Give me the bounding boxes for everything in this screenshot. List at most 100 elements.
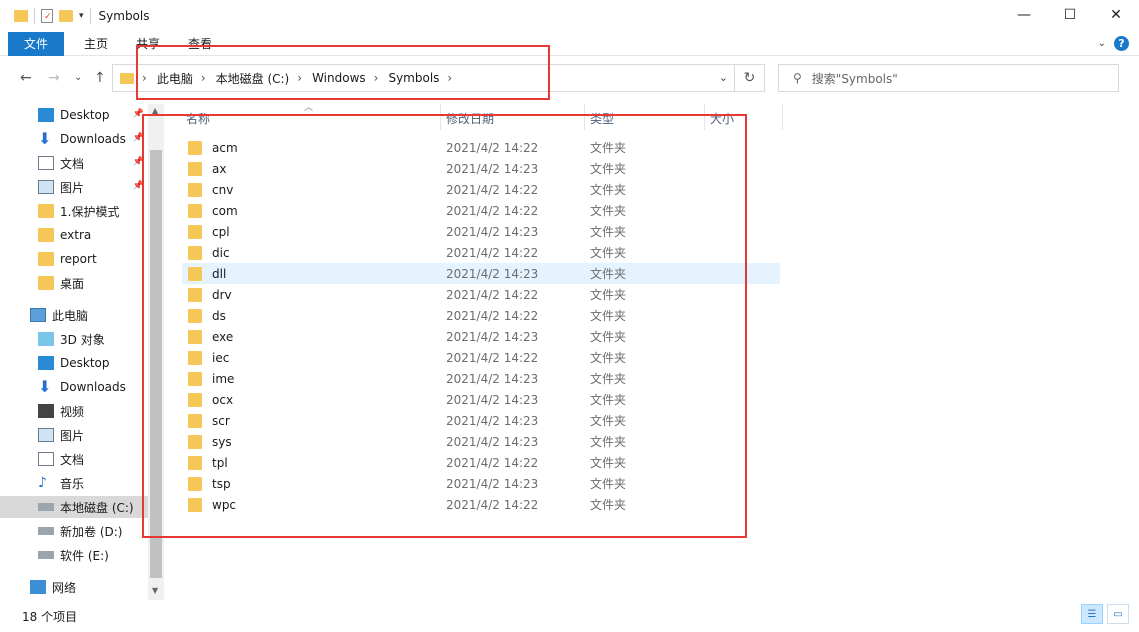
chevron-right-icon[interactable]: › (374, 71, 379, 85)
sidebar-item[interactable]: Desktop (0, 352, 148, 374)
file-row[interactable]: tpl 2021/4/2 14:22 文件夹 (182, 452, 780, 473)
breadcrumb-symbols[interactable]: Symbols (388, 71, 439, 85)
divider[interactable] (782, 104, 783, 130)
sidebar-item[interactable]: 文档 📌 (0, 152, 148, 174)
scroll-up-icon[interactable]: ▲ (152, 106, 158, 115)
file-row[interactable]: tsp 2021/4/2 14:23 文件夹 (182, 473, 780, 494)
folder-icon (188, 434, 202, 449)
column-header-size[interactable]: 大小 (710, 110, 734, 127)
file-row[interactable]: sys 2021/4/2 14:23 文件夹 (182, 431, 780, 452)
sidebar-item-label: 图片 (60, 428, 85, 443)
divider[interactable] (584, 104, 585, 130)
view-switcher: ☰ ▭ (1081, 604, 1129, 624)
sidebar-item[interactable]: ⬇ Downloads (0, 376, 148, 398)
tab-file[interactable]: 文件 (8, 31, 64, 56)
file-row[interactable]: scr 2021/4/2 14:23 文件夹 (182, 410, 780, 431)
file-row[interactable]: drv 2021/4/2 14:22 文件夹 (182, 284, 780, 305)
sidebar-item[interactable]: 此电脑 (0, 304, 148, 326)
refresh-button[interactable]: ↻ (734, 65, 764, 91)
address-bar[interactable]: › 此电脑 › 本地磁盘 (C:) › Windows › Symbols › … (112, 64, 765, 92)
sidebar-item[interactable]: Desktop 📌 (0, 104, 148, 126)
sidebar-item-label: 桌面 (60, 276, 85, 291)
file-row[interactable]: ocx 2021/4/2 14:23 文件夹 (182, 389, 780, 410)
scroll-down-icon[interactable]: ▼ (152, 586, 158, 595)
file-type: 文件夹 (590, 225, 627, 239)
file-row[interactable]: ax 2021/4/2 14:23 文件夹 (182, 158, 780, 179)
file-row[interactable]: exe 2021/4/2 14:23 文件夹 (182, 326, 780, 347)
file-row[interactable]: dic 2021/4/2 14:22 文件夹 (182, 242, 780, 263)
folder-icon (188, 182, 202, 197)
file-row[interactable]: ds 2021/4/2 14:22 文件夹 (182, 305, 780, 326)
folder-icon (188, 476, 202, 491)
maximize-button[interactable]: ☐ (1047, 0, 1093, 30)
file-row[interactable]: wpc 2021/4/2 14:22 文件夹 (182, 494, 780, 515)
scrollbar-thumb[interactable] (150, 150, 162, 578)
breadcrumb-windows[interactable]: Windows (312, 71, 366, 85)
file-name: cpl (212, 224, 230, 239)
file-row[interactable]: iec 2021/4/2 14:22 文件夹 (182, 347, 780, 368)
large-icons-view-icon[interactable]: ▭ (1107, 604, 1129, 624)
address-dropdown-icon[interactable]: ⌄ (719, 71, 728, 84)
back-button[interactable]: ← (20, 70, 32, 86)
column-header-date[interactable]: 修改日期 (446, 110, 494, 127)
sidebar-item[interactable]: ♪ 音乐 (0, 472, 148, 494)
divider[interactable] (704, 104, 705, 130)
breadcrumb-this-pc[interactable]: 此电脑 (157, 70, 193, 87)
file-row[interactable]: ime 2021/4/2 14:23 文件夹 (182, 368, 780, 389)
sidebar-item[interactable]: extra (0, 224, 148, 246)
sidebar-item[interactable]: 文档 (0, 448, 148, 470)
file-name: drv (212, 287, 232, 302)
file-row[interactable]: com 2021/4/2 14:22 文件夹 (182, 200, 780, 221)
column-header-type[interactable]: 类型 (590, 110, 614, 127)
close-button[interactable]: ✕ (1093, 0, 1139, 30)
file-type: 文件夹 (590, 204, 627, 218)
tab-share[interactable]: 共享 (122, 32, 174, 56)
chevron-right-icon[interactable]: › (447, 71, 452, 85)
tab-view[interactable]: 查看 (174, 32, 226, 56)
file-row[interactable]: acm 2021/4/2 14:22 文件夹 (182, 137, 780, 158)
file-date: 2021/4/2 14:23 (446, 434, 539, 449)
3d-objects-icon (38, 332, 54, 346)
sidebar-item[interactable]: 桌面 (0, 272, 148, 294)
chevron-right-icon[interactable]: › (201, 71, 206, 85)
column-header-name[interactable]: 名称 (186, 110, 210, 127)
sidebar-item[interactable]: 3D 对象 (0, 328, 148, 350)
divider[interactable] (440, 104, 441, 130)
search-input[interactable]: 搜索"Symbols" (812, 70, 898, 87)
up-button[interactable]: ↑ (94, 70, 106, 86)
sidebar-item[interactable]: 1.保护模式 (0, 200, 148, 222)
details-view-icon[interactable]: ☰ (1081, 604, 1103, 624)
sidebar-item[interactable]: 网络 (0, 576, 148, 598)
chevron-right-icon[interactable]: › (297, 71, 302, 85)
sidebar-item[interactable]: ⬇ Downloads 📌 (0, 128, 148, 150)
recent-locations-icon[interactable]: ⌄ (74, 72, 82, 83)
sidebar-item[interactable]: 视频 (0, 400, 148, 422)
sidebar-item[interactable]: 图片 📌 (0, 176, 148, 198)
new-folder-icon[interactable] (59, 10, 73, 22)
sidebar-item[interactable]: 图片 (0, 424, 148, 446)
sidebar-item-label: 音乐 (60, 476, 85, 491)
breadcrumb-local-disk-c[interactable]: 本地磁盘 (C:) (216, 70, 290, 87)
sidebar-item[interactable]: 新加卷 (D:) (0, 520, 148, 542)
minimize-button[interactable]: — (1001, 0, 1047, 30)
sidebar-item[interactable]: 软件 (E:) (0, 544, 148, 566)
help-icon[interactable]: ? (1114, 36, 1129, 51)
file-date: 2021/4/2 14:23 (446, 371, 539, 386)
folder-icon (120, 72, 134, 84)
customize-toolbar-icon[interactable]: ▾ (79, 11, 84, 21)
navigation-pane: Desktop 📌 ⬇ Downloads 📌 文档 📌 图片 📌 1.保护模式 extra repo… (0, 104, 148, 600)
file-row[interactable]: dll 2021/4/2 14:23 文件夹 (182, 263, 780, 284)
file-row[interactable]: cpl 2021/4/2 14:23 文件夹 (182, 221, 780, 242)
forward-button[interactable]: → (48, 70, 60, 86)
sidebar-item[interactable]: report (0, 248, 148, 270)
properties-icon[interactable]: ✓ (41, 9, 53, 23)
sidebar-item-label: 文档 (60, 452, 85, 467)
sidebar-scrollbar[interactable]: ▲ ▼ (148, 104, 164, 600)
tab-home[interactable]: 主页 (70, 32, 122, 56)
search-box[interactable]: ⚲ 搜索"Symbols" (778, 64, 1119, 92)
file-row[interactable]: cnv 2021/4/2 14:22 文件夹 (182, 179, 780, 200)
drive-icon (38, 503, 54, 511)
sidebar-item[interactable]: 本地磁盘 (C:) (0, 496, 148, 518)
sidebar-item-label: 3D 对象 (60, 332, 105, 347)
expand-ribbon-icon[interactable]: ⌄ (1098, 38, 1106, 49)
